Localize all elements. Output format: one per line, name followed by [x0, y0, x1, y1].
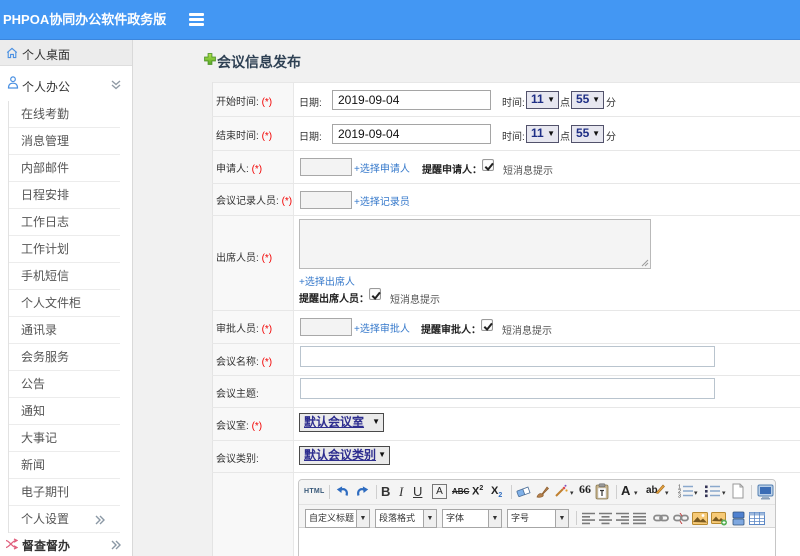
svg-text:3: 3 [678, 494, 681, 499]
